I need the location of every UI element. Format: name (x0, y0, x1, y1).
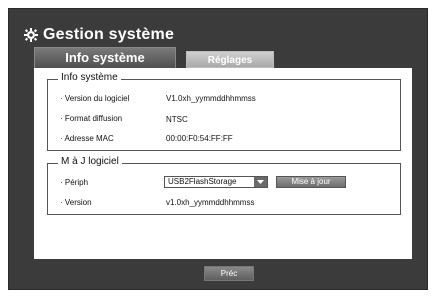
software-update-group: M à J logiciel (47, 156, 401, 215)
tab-settings[interactable]: Réglages (186, 51, 274, 68)
update-button[interactable]: Mise à jour (276, 176, 346, 188)
software-version-value: V1.0xh_yymmddhhmmss (166, 94, 256, 103)
device-select[interactable]: USB2FlashStorage (164, 176, 268, 188)
tab-info-system[interactable]: Info système (34, 47, 176, 68)
broadcast-format-value: NTSC (166, 115, 188, 124)
gear-icon (24, 28, 38, 42)
version-label: · Version (60, 198, 92, 207)
broadcast-format-label: · Format diffusion (60, 114, 123, 123)
prev-button[interactable]: Préc (204, 266, 254, 281)
software-update-legend: M à J logiciel (58, 156, 122, 167)
window-title-bar: Gestion système (24, 24, 174, 46)
device-label: · Périph (60, 178, 89, 187)
window-title: Gestion système (43, 26, 175, 43)
version-value: v1.0xh_yymmddhhmmss (166, 198, 255, 207)
chevron-down-icon[interactable] (254, 177, 267, 187)
device-select-value: USB2FlashStorage (168, 177, 237, 186)
software-version-label: · Version du logiciel (60, 94, 130, 103)
mac-address-value: 00:00:F0:54:FF:FF (166, 134, 233, 143)
content-panel: Info système · Version du logiciel V1.0x… (34, 68, 412, 259)
mac-address-label: · Adresse MAC (60, 134, 114, 143)
info-system-legend: Info système (58, 72, 121, 83)
